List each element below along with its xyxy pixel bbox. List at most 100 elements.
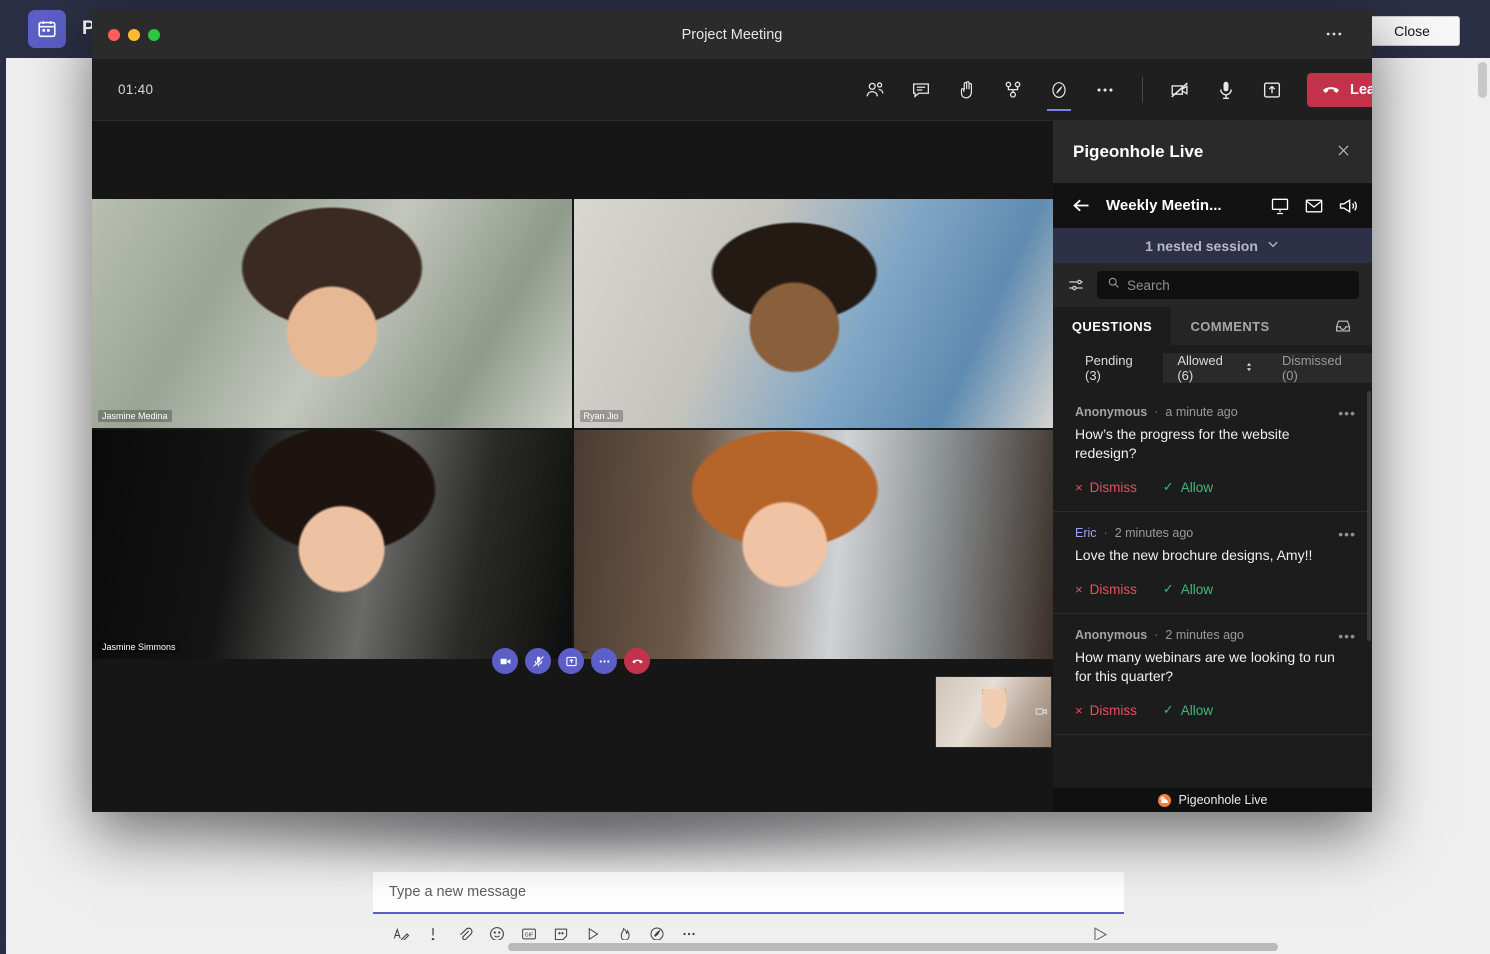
leave-button[interactable]: Leave	[1307, 73, 1372, 107]
video-tile[interactable]: Jasmine Medina	[92, 199, 572, 428]
archive-inbox-icon[interactable]	[1334, 307, 1352, 345]
pigeonhole-logo-icon	[1157, 793, 1171, 807]
people-icon[interactable]	[852, 68, 898, 112]
search-box[interactable]	[1097, 271, 1359, 299]
share-screen-icon[interactable]	[1249, 68, 1295, 112]
pigeonhole-panel: Pigeonhole Live Weekly Meetin... 1 neste…	[1053, 121, 1372, 812]
present-icon[interactable]	[1270, 196, 1290, 216]
close-button[interactable]: Close	[1364, 16, 1460, 46]
video-tile[interactable]: Ryan Jio	[573, 199, 1053, 428]
filter-dismissed[interactable]: Dismissed (0)	[1267, 353, 1372, 383]
breakout-rooms-icon[interactable]	[990, 68, 1036, 112]
filter-sliders-icon[interactable]	[1067, 276, 1085, 294]
question-item[interactable]: Eric · 2 minutes ago ••• Love the new br…	[1053, 512, 1372, 614]
panel-title: Pigeonhole Live	[1073, 142, 1204, 161]
filter-pending[interactable]: Pending (3)	[1071, 353, 1163, 383]
question-text: Love the new brochure designs, Amy!!	[1075, 547, 1313, 563]
raise-hand-icon[interactable]	[944, 68, 990, 112]
question-time: 2 minutes ago	[1165, 628, 1244, 642]
questions-list[interactable]: Anonymous · a minute ago ••• How’s the p…	[1053, 391, 1372, 788]
horizontal-scrollbar-thumb[interactable]	[508, 943, 1278, 951]
dismiss-label: Dismiss	[1089, 581, 1137, 597]
allow-label: Allow	[1180, 479, 1214, 495]
video-stage: Jasmine Medina Ryan Jio Jasmine Simmons	[92, 121, 1053, 812]
window-zoom-icon[interactable]	[148, 28, 160, 41]
question-item[interactable]: Anonymous · a minute ago ••• How’s the p…	[1053, 391, 1372, 512]
session-name[interactable]: Weekly Meetin...	[1106, 197, 1222, 214]
app-left-edge	[0, 58, 6, 954]
broadcast-icon[interactable]	[1338, 196, 1358, 216]
status-filters: Pending (3) Allowed (6) Dismissed (0)	[1053, 345, 1372, 391]
allow-button[interactable]: ✓ Allow	[1163, 702, 1213, 718]
more-options-icon[interactable]: •••	[1338, 526, 1356, 542]
dismiss-button[interactable]: × Dismiss	[1075, 581, 1137, 597]
dismiss-button[interactable]: × Dismiss	[1075, 702, 1137, 718]
picture-in-picture-video[interactable]	[935, 676, 1052, 748]
more-options-icon[interactable]	[1320, 24, 1348, 44]
sort-updown-icon	[1244, 361, 1254, 376]
meeting-toolbar: 01:40 Lea	[92, 59, 1372, 121]
vertical-scrollbar-track[interactable]	[1476, 58, 1490, 936]
question-item[interactable]: Anonymous · 2 minutes ago ••• How many w…	[1053, 614, 1372, 735]
dismiss-label: Dismiss	[1089, 479, 1137, 495]
back-arrow-icon[interactable]	[1071, 195, 1092, 216]
video-tile[interactable]	[573, 430, 1053, 659]
camera-icon[interactable]	[492, 648, 518, 674]
video-tile[interactable]: Jasmine Simmons	[92, 430, 572, 659]
share-icon[interactable]	[558, 648, 584, 674]
dismiss-button[interactable]: × Dismiss	[1075, 479, 1137, 495]
message-input[interactable]	[373, 872, 1124, 914]
meta-separator: ·	[1154, 405, 1159, 419]
brand-label: Pigeonhole Live	[1178, 793, 1268, 807]
question-time: 2 minutes ago	[1114, 526, 1194, 540]
allow-check-icon: ✓	[1162, 702, 1174, 717]
allow-button[interactable]: ✓ Allow	[1163, 479, 1213, 495]
chevron-down-icon	[1266, 237, 1280, 254]
questions-scrollbar-thumb[interactable]	[1367, 391, 1371, 641]
pigeonhole-app-icon[interactable]	[1036, 68, 1082, 112]
search-icon	[1107, 276, 1120, 294]
nested-session-toggle[interactable]: 1 nested session	[1053, 228, 1372, 263]
search-input[interactable]	[1127, 277, 1359, 293]
toolbar-divider	[1142, 77, 1143, 103]
allow-check-icon: ✓	[1162, 479, 1174, 494]
mail-icon[interactable]	[1304, 196, 1324, 216]
search-row	[1053, 263, 1372, 307]
vertical-scrollbar-thumb[interactable]	[1478, 62, 1487, 98]
leave-label: Leave	[1350, 82, 1372, 98]
tab-questions[interactable]: QUESTIONS	[1053, 307, 1171, 345]
camera-off-icon[interactable]	[1157, 68, 1203, 112]
hang-up-icon[interactable]	[624, 648, 650, 674]
more-options-icon[interactable]: •••	[1338, 628, 1356, 644]
filter-allowed[interactable]: Allowed (6)	[1163, 353, 1268, 383]
tab-comments[interactable]: COMMENTS	[1171, 307, 1289, 345]
meta-separator: ·	[1103, 526, 1108, 540]
more-icon[interactable]	[591, 648, 617, 674]
question-author[interactable]: Eric	[1075, 526, 1097, 540]
question-actions: × Dismiss ✓ Allow	[1075, 702, 1352, 732]
window-minimize-icon[interactable]	[128, 28, 140, 41]
meeting-toolbar-buttons: Leave	[852, 59, 1372, 121]
calendar-icon	[28, 10, 66, 48]
close-icon[interactable]	[1335, 142, 1352, 164]
more-options-icon[interactable]	[1082, 68, 1128, 112]
microphone-icon[interactable]	[1203, 68, 1249, 112]
dismiss-x-icon: ×	[1075, 702, 1083, 718]
meeting-window: Project Meeting 01:40 Lea Jasmine Medina…	[92, 10, 1372, 812]
allow-check-icon: ✓	[1162, 581, 1174, 596]
chat-icon[interactable]	[898, 68, 944, 112]
window-traffic-lights[interactable]	[108, 28, 160, 41]
participant-name: Jasmine Simmons	[98, 641, 180, 653]
session-header-icons	[1270, 196, 1358, 216]
panel-tabs: QUESTIONS COMMENTS	[1053, 307, 1372, 345]
window-close-icon[interactable]	[108, 28, 120, 41]
allow-button[interactable]: ✓ Allow	[1163, 581, 1213, 597]
dismiss-x-icon: ×	[1075, 581, 1083, 597]
question-author: Anonymous	[1075, 405, 1148, 419]
mic-muted-icon[interactable]	[525, 648, 551, 674]
question-meta: Anonymous · a minute ago	[1075, 405, 1352, 419]
more-options-icon[interactable]: •••	[1338, 405, 1356, 421]
question-time: a minute ago	[1165, 405, 1238, 419]
meeting-title: Project Meeting	[681, 26, 783, 43]
question-actions: × Dismiss ✓ Allow	[1075, 479, 1352, 509]
